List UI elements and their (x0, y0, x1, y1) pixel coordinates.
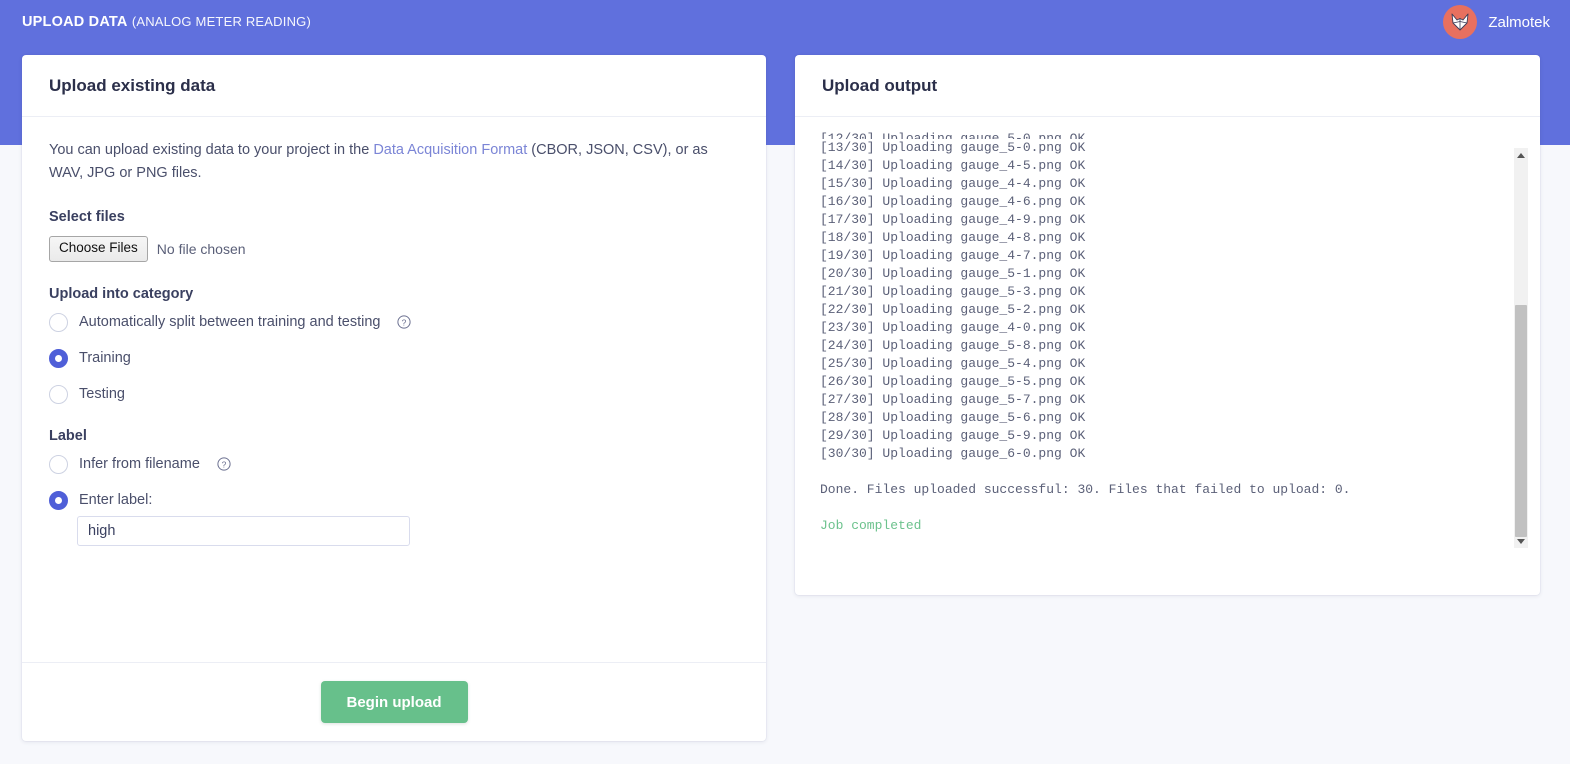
radio-option-enter-label[interactable]: Enter label: (49, 490, 739, 510)
help-icon-infer-filename[interactable]: ? (217, 457, 231, 471)
svg-text:?: ? (222, 459, 227, 469)
left-card-header: Upload existing data (22, 55, 766, 117)
label-text-input[interactable] (77, 515, 410, 546)
select-files-label: Select files (49, 208, 125, 225)
upload-existing-data-card: Upload existing data You can upload exis… (22, 55, 766, 741)
triangle-down-icon (1517, 538, 1525, 544)
log-spacer (820, 499, 1498, 517)
log-scrollbar[interactable] (1514, 148, 1528, 548)
log-line: [20/30] Uploading gauge_5-1.png OK (820, 266, 1086, 281)
log-line: [18/30] Uploading gauge_4-8.png OK (820, 230, 1086, 245)
svg-text:?: ? (402, 317, 407, 327)
scrollbar-up-button[interactable] (1514, 148, 1528, 162)
triangle-up-icon (1517, 152, 1525, 158)
upload-output-log: [12/30] Uploading gauge_5-0.png OK [13/30… (820, 117, 1498, 595)
log-line: [15/30] Uploading gauge_4-4.png OK (820, 176, 1086, 191)
help-icon-auto-split[interactable]: ? (397, 315, 412, 329)
fox-logo-icon (1451, 13, 1469, 31)
log-line: [16/30] Uploading gauge_4-6.png OK (820, 194, 1086, 209)
file-input-row: Choose Files No file chosen (49, 235, 739, 262)
log-line: [17/30] Uploading gauge_4-9.png OK (820, 212, 1086, 227)
left-card-footer: Begin upload (22, 662, 766, 741)
begin-upload-button[interactable]: Begin upload (320, 681, 468, 723)
log-line-clipped: [12/30] Uploading gauge_5-0.png OK (820, 131, 1086, 139)
left-card-title: Upload existing data (49, 75, 216, 95)
label-section-label: Label (49, 427, 87, 444)
choose-files-button[interactable]: Choose Files (49, 235, 148, 262)
right-card-header: Upload output (795, 55, 1540, 117)
upload-output-card: Upload output [12/30] Uploading gauge_5-… (795, 55, 1540, 595)
log-line: [28/30] Uploading gauge_5-6.png OK (820, 410, 1086, 425)
log-line: [13/30] Uploading gauge_5-0.png OK (820, 140, 1086, 155)
radio-button-auto-split[interactable] (49, 312, 68, 332)
log-line: [23/30] Uploading gauge_4-0.png OK (820, 320, 1086, 335)
data-acquisition-format-link[interactable]: Data Acquisition Format (373, 142, 527, 158)
log-line: [24/30] Uploading gauge_5-8.png OK (820, 338, 1086, 353)
right-card-title: Upload output (822, 75, 938, 95)
radio-label-infer-filename: Infer from filename (79, 456, 200, 473)
log-summary-line: Done. Files uploaded successful: 30. Fil… (820, 482, 1351, 497)
radio-option-infer-filename[interactable]: Infer from filename ? (49, 454, 739, 474)
log-line: [19/30] Uploading gauge_4-7.png OK (820, 248, 1086, 263)
log-line: [30/30] Uploading gauge_6-0.png OK (820, 446, 1086, 461)
page-title-sub: (ANALOG METER READING) (131, 14, 312, 29)
radio-label-enter-label: Enter label: (79, 492, 153, 509)
upload-form: You can upload existing data to your pro… (22, 117, 766, 546)
radio-button-infer-filename[interactable] (49, 454, 68, 474)
upload-output-log-container[interactable]: [12/30] Uploading gauge_5-0.png OK [13/30… (795, 117, 1540, 595)
user-name: Zalmotek (1488, 13, 1550, 31)
radio-label-auto-split: Automatically split between training and… (79, 314, 381, 331)
log-line: [22/30] Uploading gauge_5-2.png OK (820, 302, 1086, 317)
upload-into-category-label: Upload into category (49, 285, 194, 302)
radio-label-testing: Testing (79, 386, 125, 403)
page-title-main: UPLOAD DATA (22, 14, 128, 30)
radio-button-training[interactable] (49, 348, 68, 368)
radio-option-testing[interactable]: Testing (49, 384, 739, 404)
log-spacer (820, 463, 1498, 481)
log-line: [21/30] Uploading gauge_5-3.png OK (820, 284, 1086, 299)
scrollbar-thumb[interactable] (1515, 305, 1527, 537)
intro-text-part1: You can upload existing data to your pro… (49, 142, 374, 158)
log-line: [14/30] Uploading gauge_4-5.png OK (820, 158, 1086, 173)
avatar[interactable] (1443, 5, 1478, 39)
user-menu[interactable]: Zalmotek (1443, 0, 1550, 44)
intro-text: You can upload existing data to your pro… (49, 139, 739, 185)
radio-label-training: Training (79, 350, 131, 367)
top-bar: UPLOAD DATA (ANALOG METER READING) Zalmo… (0, 0, 1570, 44)
radio-button-testing[interactable] (49, 384, 68, 404)
scrollbar-down-button[interactable] (1514, 534, 1528, 548)
log-line: [25/30] Uploading gauge_5-4.png OK (820, 356, 1086, 371)
radio-option-auto-split[interactable]: Automatically split between training and… (49, 312, 739, 332)
job-status-line: Job completed (820, 518, 922, 533)
log-line: [26/30] Uploading gauge_5-5.png OK (820, 374, 1086, 389)
radio-button-enter-label[interactable] (49, 490, 68, 510)
log-line: [29/30] Uploading gauge_5-9.png OK (820, 428, 1086, 443)
radio-option-training[interactable]: Training (49, 348, 739, 368)
file-chosen-status: No file chosen (156, 240, 246, 257)
log-line: [27/30] Uploading gauge_5-7.png OK (820, 392, 1086, 407)
page-title: UPLOAD DATA (ANALOG METER READING) (22, 14, 311, 30)
